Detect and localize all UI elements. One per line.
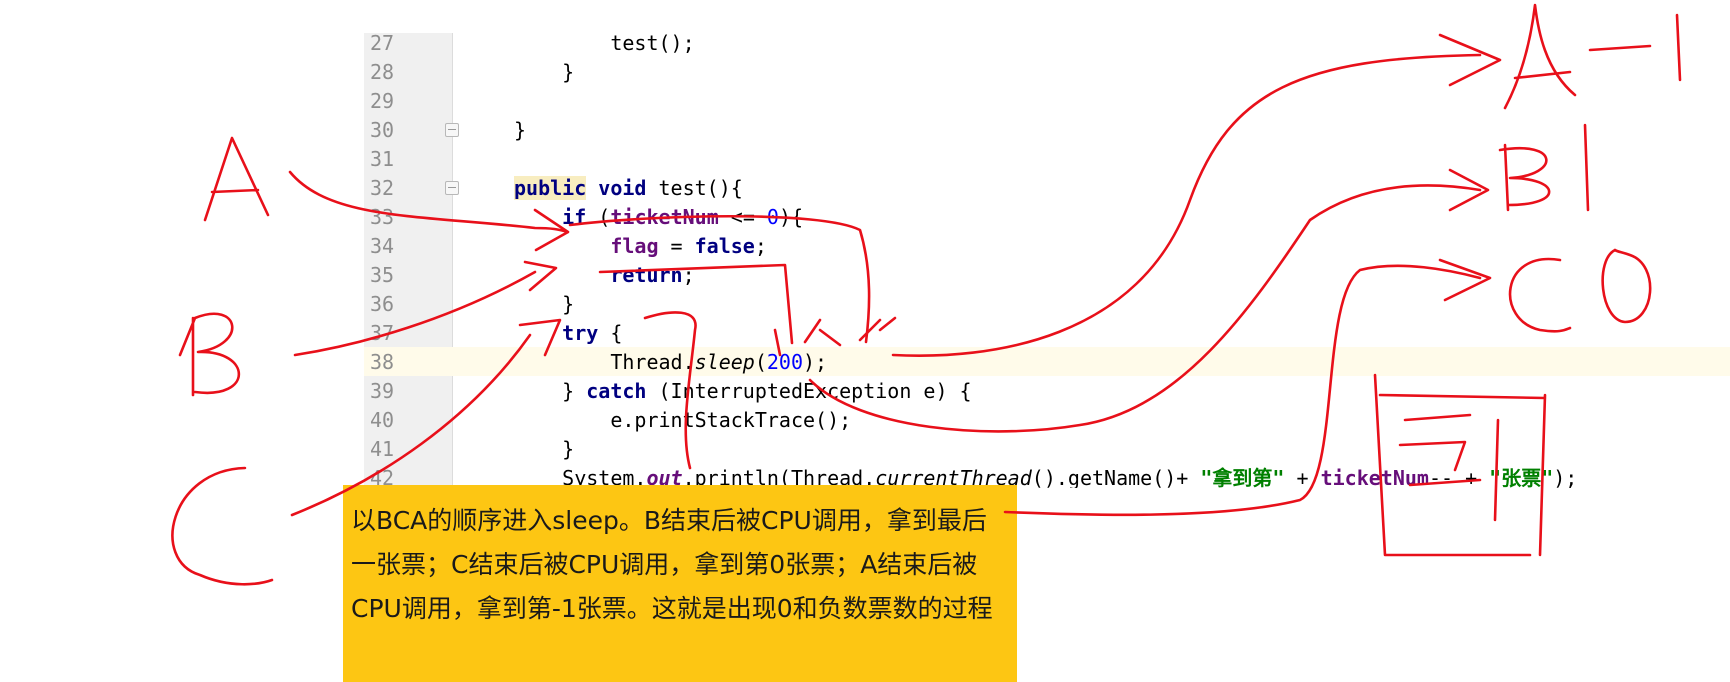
code-text: try { bbox=[514, 320, 622, 346]
code-text: Thread.sleep(200); bbox=[514, 349, 827, 375]
code-token: ); bbox=[803, 350, 828, 374]
code-token: "张票" bbox=[1489, 466, 1554, 488]
code-line[interactable]: 40 e.printStackTrace(); bbox=[364, 405, 1730, 434]
code-token: public bbox=[514, 176, 587, 200]
code-token: e.printStackTrace(); bbox=[514, 408, 852, 432]
code-token: } bbox=[514, 437, 575, 461]
code-line[interactable]: 28 } bbox=[364, 57, 1730, 86]
line-number: 37 bbox=[370, 321, 395, 345]
code-token: ){ bbox=[778, 205, 804, 229]
code-token: ticketNum bbox=[1320, 466, 1429, 488]
line-number: 33 bbox=[370, 205, 395, 229]
code-line[interactable]: 39 } catch (InterruptedException e) { bbox=[364, 376, 1730, 405]
handwritten-letter-b bbox=[178, 312, 240, 397]
code-line[interactable]: 35 return; bbox=[364, 260, 1730, 289]
code-text: } bbox=[514, 436, 574, 462]
code-line[interactable]: 31 bbox=[364, 144, 1730, 173]
code-token: } bbox=[514, 118, 527, 142]
code-token: ticketNum bbox=[610, 205, 719, 229]
code-line[interactable]: 37 try { bbox=[364, 318, 1730, 347]
explanation-text: 以BCA的顺序进入sleep。B结束后被CPU调用，拿到最后一张票；C结束后被C… bbox=[351, 506, 993, 623]
code-token: ; bbox=[682, 263, 695, 287]
code-line[interactable]: 38 Thread.sleep(200); bbox=[364, 347, 1730, 376]
screenshot-canvas: 27 test(); 28 } 29 30} 31 32 public void test(… bbox=[0, 0, 1730, 682]
code-line[interactable]: 30} bbox=[364, 115, 1730, 144]
code-token: try bbox=[562, 321, 599, 345]
code-token: ; bbox=[754, 234, 767, 258]
line-number: 40 bbox=[370, 408, 395, 432]
handwritten-letter-a bbox=[203, 136, 270, 222]
code-token: Thread. bbox=[514, 350, 695, 374]
code-token: = bbox=[658, 234, 695, 258]
code-token: ( bbox=[586, 205, 611, 229]
line-number: 32 bbox=[370, 176, 395, 200]
handwritten-letter-c bbox=[171, 466, 274, 586]
code-line[interactable]: 33 if (ticketNum <= 0){ bbox=[364, 202, 1730, 231]
code-text: flag = false; bbox=[514, 233, 767, 259]
code-token: sleep bbox=[694, 350, 755, 374]
code-token: 200 bbox=[766, 350, 804, 374]
code-token: { bbox=[598, 321, 623, 345]
code-line[interactable]: 29 bbox=[364, 86, 1730, 115]
line-number: 38 bbox=[370, 350, 395, 374]
code-text: } catch (InterruptedException e) { bbox=[514, 378, 972, 404]
code-text: if (ticketNum <= 0){ bbox=[514, 204, 803, 230]
fold-toggle-icon[interactable] bbox=[445, 123, 459, 137]
line-number: 31 bbox=[370, 147, 395, 171]
code-token: ( bbox=[754, 350, 767, 374]
line-number: 41 bbox=[370, 437, 395, 461]
code-text: public void test(){ bbox=[514, 175, 743, 201]
code-token: + bbox=[1284, 466, 1321, 488]
code-line[interactable]: 41 } bbox=[364, 434, 1730, 463]
code-token: flag bbox=[610, 234, 659, 258]
line-number: 36 bbox=[370, 292, 395, 316]
line-number: 35 bbox=[370, 263, 395, 287]
code-token: <= bbox=[718, 205, 767, 229]
code-token: -- + bbox=[1428, 466, 1490, 488]
code-token: void bbox=[598, 176, 647, 200]
code-text: } bbox=[514, 59, 574, 85]
line-number: 28 bbox=[370, 60, 395, 84]
code-token: (InterruptedException e) { bbox=[646, 379, 972, 403]
code-line[interactable]: 32 public void test(){ bbox=[364, 173, 1730, 202]
line-number: 34 bbox=[370, 234, 395, 258]
code-text: } bbox=[514, 291, 574, 317]
code-token: if bbox=[562, 205, 587, 229]
code-text: return; bbox=[514, 262, 695, 288]
code-editor[interactable]: 27 test(); 28 } 29 30} 31 32 public void test(… bbox=[364, 33, 1730, 488]
code-line[interactable]: 34 flag = false; bbox=[364, 231, 1730, 260]
fold-toggle-icon[interactable] bbox=[445, 181, 459, 195]
code-text: e.printStackTrace(); bbox=[514, 407, 851, 433]
code-token: test(); bbox=[514, 33, 695, 55]
code-line[interactable]: 36 } bbox=[364, 289, 1730, 318]
line-number: 39 bbox=[370, 379, 395, 403]
code-token: "拿到第" bbox=[1200, 466, 1285, 488]
code-token: test(){ bbox=[646, 176, 743, 200]
explanation-note: 以BCA的顺序进入sleep。B结束后被CPU调用，拿到最后一张票；C结束后被C… bbox=[343, 485, 1017, 682]
code-token: false bbox=[694, 234, 755, 258]
line-number: 30 bbox=[370, 118, 395, 142]
code-token: ); bbox=[1553, 466, 1578, 488]
code-token: } bbox=[514, 379, 587, 403]
code-token: } bbox=[514, 60, 575, 84]
code-token: ().getName()+ bbox=[1031, 466, 1201, 488]
line-number: 27 bbox=[370, 33, 395, 55]
code-token: return bbox=[610, 263, 683, 287]
code-token: catch bbox=[586, 379, 647, 403]
code-token: 0 bbox=[766, 205, 779, 229]
code-line[interactable]: 27 test(); bbox=[364, 33, 1730, 57]
code-text: } bbox=[514, 117, 526, 143]
code-text: test(); bbox=[514, 33, 695, 56]
line-number: 29 bbox=[370, 89, 395, 113]
code-token: } bbox=[514, 292, 575, 316]
